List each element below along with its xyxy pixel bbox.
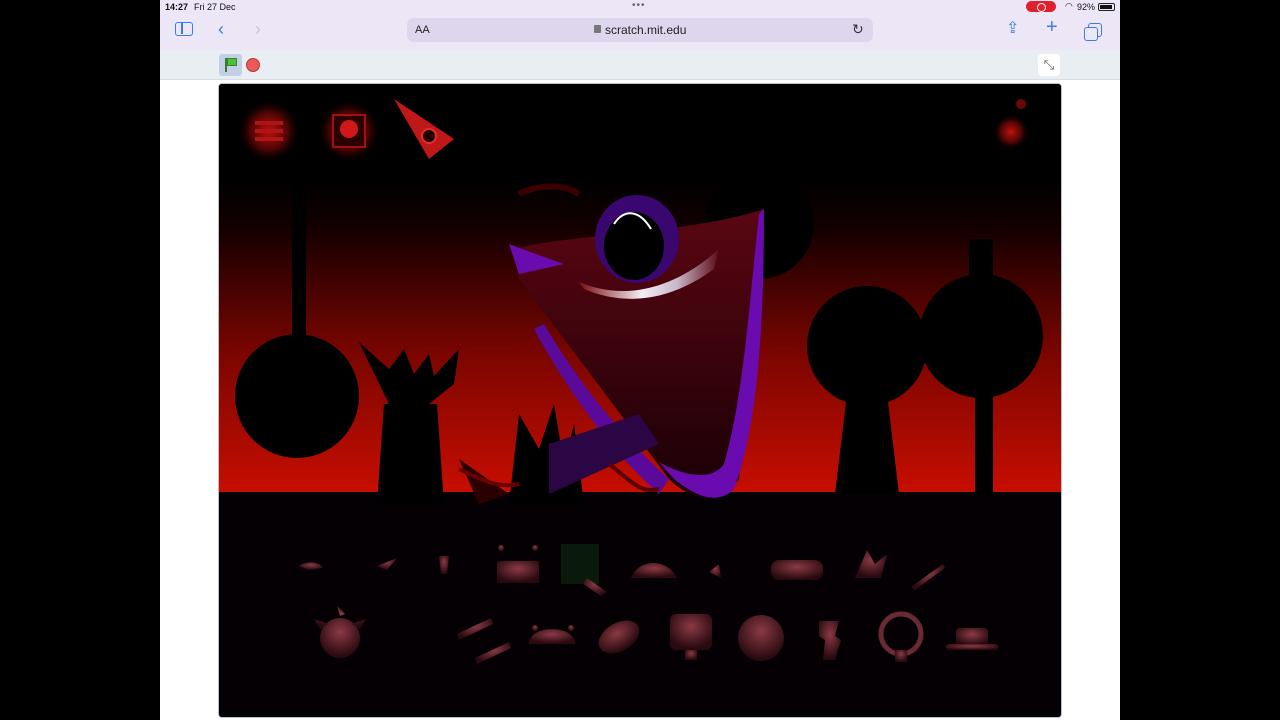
- date: Fri 27 Dec: [194, 2, 236, 12]
- scratch-stage[interactable]: [218, 83, 1062, 718]
- status-bar: 14:27 Fri 27 Dec ••• ◠ 92%: [160, 0, 1120, 14]
- battery-percent: 92%: [1077, 2, 1096, 12]
- clock: 14:27: [165, 2, 189, 12]
- sidebar-icon[interactable]: [175, 22, 193, 36]
- text-size-button[interactable]: AA: [415, 24, 430, 36]
- wifi-icon: ◠: [1065, 1, 1073, 11]
- screen-recording-icon[interactable]: [1026, 1, 1056, 12]
- ipad-screen: 14:27 Fri 27 Dec ••• ◠ 92% ‹ › AA scratc…: [160, 0, 1120, 720]
- stage-artwork: [219, 84, 1061, 717]
- lock-icon: [594, 25, 601, 33]
- battery-icon: [1098, 3, 1115, 11]
- chevron-left-icon[interactable]: ‹: [218, 20, 224, 38]
- green-flag-cloth: [227, 58, 237, 66]
- tabs-icon[interactable]: [1084, 23, 1102, 41]
- exit-fullscreen-icon: ⤡: [1043, 57, 1055, 72]
- stop-button[interactable]: [246, 58, 260, 72]
- multitasking-dots-icon[interactable]: •••: [632, 0, 646, 11]
- chevron-right-icon[interactable]: ›: [255, 20, 261, 38]
- reload-icon[interactable]: ↻: [852, 21, 864, 38]
- plus-icon[interactable]: +: [1046, 17, 1058, 37]
- address-bar[interactable]: AA scratch.mit.edu ↻: [407, 18, 873, 42]
- exit-fullscreen-button[interactable]: ⤡: [1038, 54, 1060, 76]
- scratch-controls-bar: ⤡: [160, 50, 1120, 80]
- url-text[interactable]: scratch.mit.edu: [605, 23, 686, 37]
- green-flag-button[interactable]: [219, 54, 242, 76]
- share-icon[interactable]: ⇪: [1006, 20, 1019, 38]
- browser-toolbar: ‹ › AA scratch.mit.edu ↻ ⇪ +: [160, 14, 1120, 50]
